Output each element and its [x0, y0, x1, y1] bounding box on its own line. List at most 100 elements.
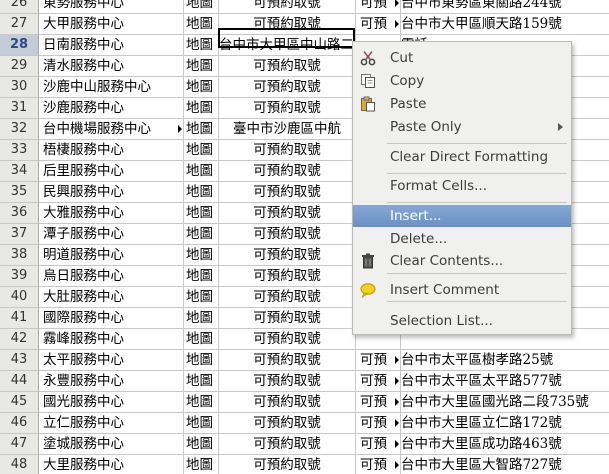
cell-service-center-name[interactable]: 日南服務中心 [39, 35, 184, 56]
cell-service-center-name[interactable]: 太平服務中心 [39, 350, 184, 371]
row-header[interactable]: 34 [0, 161, 39, 182]
menu-item-cut[interactable]: Cut [353, 47, 571, 69]
spreadsheet-row[interactable]: 26 東勢服務中心 地圖 可預約取號 可預 台中市東勢區東關路244號 [0, 0, 609, 14]
row-header[interactable]: 31 [0, 98, 39, 119]
cell-map-link[interactable]: 地圖 [184, 329, 219, 350]
cell-booking-2[interactable]: 可預 [356, 371, 401, 392]
cell-address[interactable]: 台中市太平區樹孝路25號 [399, 350, 609, 371]
menu-item-delete[interactable]: Delete... [353, 228, 571, 250]
row-header[interactable]: 45 [0, 392, 39, 413]
cell-service-center-name[interactable]: 沙鹿中山服務中心 [39, 77, 184, 98]
cell-service-center-name[interactable]: 立仁服務中心 [39, 413, 184, 434]
row-header[interactable]: 36 [0, 203, 39, 224]
cell-booking-2[interactable]: 可預 [356, 14, 401, 35]
row-header[interactable]: 38 [0, 245, 39, 266]
menu-item-clear-contents[interactable]: Clear Contents... [353, 250, 571, 272]
row-header[interactable]: 32 [0, 119, 39, 140]
menu-item-copy[interactable]: Copy [353, 70, 571, 92]
spreadsheet-row[interactable]: 48 大里服務中心 地圖 可預約取號 可預 台中市大里區大智路727號 [0, 455, 609, 474]
cell-booking[interactable]: 可預約取號 [219, 371, 356, 392]
cell-booking[interactable]: 可預約取號 [219, 245, 356, 266]
row-header[interactable]: 40 [0, 287, 39, 308]
cell-booking-2[interactable]: 可預 [356, 434, 401, 455]
cell-booking[interactable]: 可預約取號 [219, 0, 356, 14]
cell-service-center-name[interactable]: 霧峰服務中心 [39, 329, 184, 350]
cell-map-link[interactable]: 地圖 [184, 224, 219, 245]
cell-service-center-name[interactable]: 烏日服務中心 [39, 266, 184, 287]
cell-booking[interactable]: 臺中市沙鹿區中航 [219, 119, 356, 140]
cell-booking[interactable]: 台中市大甲區中山路二段 [219, 35, 356, 56]
row-header[interactable]: 47 [0, 434, 39, 455]
cell-map-link[interactable]: 地圖 [184, 287, 219, 308]
row-header[interactable]: 29 [0, 56, 39, 77]
cell-service-center-name[interactable]: 大甲服務中心 [39, 14, 184, 35]
cell-service-center-name[interactable]: 明道服務中心 [39, 245, 184, 266]
cell-booking[interactable]: 可預約取號 [219, 224, 356, 245]
cell-map-link[interactable]: 地圖 [184, 266, 219, 287]
cell-service-center-name[interactable]: 台中機場服務中心 [39, 119, 184, 140]
spreadsheet-row[interactable]: 45 國光服務中心 地圖 可預約取號 可預 台中市大里區國光路二段735號 [0, 392, 609, 413]
cell-booking[interactable]: 可預約取號 [219, 14, 356, 35]
cell-booking[interactable]: 可預約取號 [219, 350, 356, 371]
row-header[interactable]: 33 [0, 140, 39, 161]
cell-booking-2[interactable]: 可預 [356, 413, 401, 434]
cell-service-center-name[interactable]: 大肚服務中心 [39, 287, 184, 308]
menu-item-selection-list[interactable]: Selection List... [353, 310, 571, 332]
cell-booking-2[interactable]: 可預 [356, 0, 401, 14]
menu-item-format-cells[interactable]: Format Cells... [353, 175, 571, 197]
cell-booking[interactable]: 可預約取號 [219, 266, 356, 287]
cell-booking[interactable]: 可預約取號 [219, 161, 356, 182]
cell-address[interactable]: 台中市東勢區東關路244號 [399, 0, 609, 14]
cell-map-link[interactable]: 地圖 [184, 77, 219, 98]
cell-booking[interactable]: 可預約取號 [219, 203, 356, 224]
cell-address[interactable]: 台中市大里區大智路727號 [399, 455, 609, 474]
row-header[interactable]: 48 [0, 455, 39, 474]
spreadsheet-row[interactable]: 47 塗城服務中心 地圖 可預約取號 可預 台中市大里區成功路463號 [0, 434, 609, 455]
spreadsheet-row[interactable]: 46 立仁服務中心 地圖 可預約取號 可預 台中市大里區立仁路172號 [0, 413, 609, 434]
cell-service-center-name[interactable]: 沙鹿服務中心 [39, 98, 184, 119]
cell-booking[interactable]: 可預約取號 [219, 98, 356, 119]
row-header[interactable]: 41 [0, 308, 39, 329]
cell-service-center-name[interactable]: 潭子服務中心 [39, 224, 184, 245]
cell-service-center-name[interactable]: 大雅服務中心 [39, 203, 184, 224]
cell-map-link[interactable]: 地圖 [184, 245, 219, 266]
cell-map-link[interactable]: 地圖 [184, 182, 219, 203]
cell-map-link[interactable]: 地圖 [184, 35, 219, 56]
cell-map-link[interactable]: 地圖 [184, 14, 219, 35]
cell-service-center-name[interactable]: 梧棲服務中心 [39, 140, 184, 161]
cell-address[interactable]: 台中市大里區國光路二段735號 [399, 392, 609, 413]
row-header[interactable]: 35 [0, 182, 39, 203]
cell-booking[interactable]: 可預約取號 [219, 287, 356, 308]
cell-address[interactable]: 台中市大甲區順天路159號 [399, 14, 609, 35]
cell-booking[interactable]: 可預約取號 [219, 392, 356, 413]
row-header[interactable]: 46 [0, 413, 39, 434]
cell-map-link[interactable]: 地圖 [184, 413, 219, 434]
cell-booking[interactable]: 可預約取號 [219, 329, 356, 350]
menu-item-paste[interactable]: Paste [353, 93, 571, 115]
menu-item-paste-only[interactable]: Paste Only [353, 116, 571, 138]
menu-item-clear-direct-formatting[interactable]: Clear Direct Formatting [353, 146, 571, 168]
row-header[interactable]: 43 [0, 350, 39, 371]
cell-map-link[interactable]: 地圖 [184, 56, 219, 77]
cell-map-link[interactable]: 地圖 [184, 392, 219, 413]
cell-booking-2[interactable]: 可預 [356, 392, 401, 413]
cell-map-link[interactable]: 地圖 [184, 371, 219, 392]
cell-service-center-name[interactable]: 大里服務中心 [39, 455, 184, 474]
menu-item-insert[interactable]: Insert... [353, 205, 571, 227]
menu-item-insert-comment[interactable]: Insert Comment [353, 279, 571, 301]
cell-map-link[interactable]: 地圖 [184, 98, 219, 119]
spreadsheet-row[interactable]: 27 大甲服務中心 地圖 可預約取號 可預 台中市大甲區順天路159號 [0, 14, 609, 35]
cell-address[interactable]: 台中市大里區成功路463號 [399, 434, 609, 455]
cell-map-link[interactable]: 地圖 [184, 161, 219, 182]
cell-map-link[interactable]: 地圖 [184, 0, 219, 14]
cell-service-center-name[interactable]: 塗城服務中心 [39, 434, 184, 455]
spreadsheet-row[interactable]: 43 太平服務中心 地圖 可預約取號 可預 台中市太平區樹孝路25號 [0, 350, 609, 371]
row-header[interactable]: 44 [0, 371, 39, 392]
row-header[interactable]: 27 [0, 14, 39, 35]
cell-booking[interactable]: 可預約取號 [219, 308, 356, 329]
cell-address[interactable]: 台中市太平區太平路577號 [399, 371, 609, 392]
row-header[interactable]: 39 [0, 266, 39, 287]
row-header[interactable]: 37 [0, 224, 39, 245]
cell-booking[interactable]: 可預約取號 [219, 140, 356, 161]
cell-map-link[interactable]: 地圖 [184, 455, 219, 474]
